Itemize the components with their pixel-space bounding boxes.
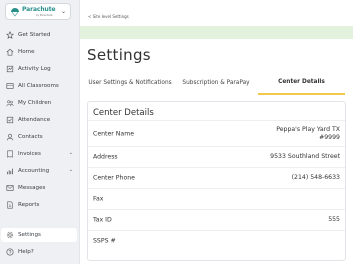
home-icon	[5, 48, 14, 57]
sidebar-item-attendance[interactable]: Attendance	[1, 113, 77, 127]
sidebar-item-invoices[interactable]: Invoices ⌄	[1, 147, 77, 161]
help-icon	[5, 248, 14, 257]
sidebar-item-my-children[interactable]: My Children	[1, 96, 77, 110]
sidebar-item-label: Invoices	[18, 151, 41, 157]
star-icon	[5, 31, 14, 40]
sidebar: Parachute by Parachute ⌄ Get Started Hom…	[0, 0, 80, 264]
reports-icon	[5, 201, 14, 210]
center-details-card: Center Details Center Name Peppa's Play …	[87, 101, 346, 261]
sidebar-item-label: My Children	[18, 100, 52, 106]
invoices-icon	[5, 150, 14, 159]
gear-icon	[5, 231, 14, 240]
contacts-icon	[5, 133, 14, 142]
attendance-icon	[5, 116, 14, 125]
tab-user-settings[interactable]: User Settings & Notifications	[86, 72, 174, 95]
sidebar-item-accounting[interactable]: Accounting ⌄	[1, 164, 77, 178]
chevron-down-icon: ⌄	[68, 150, 73, 156]
sidebar-item-label: Contacts	[18, 134, 43, 140]
fax-row[interactable]: Fax	[88, 188, 345, 209]
center-name-row[interactable]: Center Name Peppa's Play Yard TX #9999	[88, 120, 345, 146]
row-label: Address	[93, 153, 118, 161]
row-label: Center Name	[93, 130, 135, 137]
tab-center-details[interactable]: Center Details	[258, 72, 345, 95]
sidebar-item-label: Settings	[18, 232, 41, 238]
main-content: < Site level Settings Settings User Sett…	[80, 0, 353, 264]
tab-subscription[interactable]: Subscription & ParaPay	[174, 72, 258, 95]
row-value: Peppa's Play Yard TX #9999	[276, 125, 340, 141]
notice-banner	[80, 26, 353, 39]
accounting-icon	[5, 167, 14, 176]
address-row[interactable]: Address 9533 Southland Street	[88, 146, 345, 167]
card-title: Center Details	[93, 108, 154, 118]
page-title: Settings	[87, 46, 151, 64]
logo-subtext: by Parachute	[36, 14, 53, 17]
breadcrumb[interactable]: < Site level Settings	[88, 14, 129, 19]
parachute-logo-icon	[11, 8, 19, 17]
sidebar-item-label: Reports	[18, 202, 40, 208]
ssps-row[interactable]: SSPS #	[88, 230, 345, 251]
logo-text: Parachute	[22, 6, 56, 13]
row-label: Center Phone	[93, 174, 135, 182]
sidebar-item-settings[interactable]: Settings	[1, 228, 77, 242]
center-switcher[interactable]: Parachute by Parachute ⌄	[5, 3, 71, 20]
sidebar-item-all-classrooms[interactable]: All Classrooms	[1, 79, 77, 93]
sidebar-item-label: Attendance	[18, 117, 51, 123]
children-icon	[5, 99, 14, 108]
sidebar-item-contacts[interactable]: Contacts	[1, 130, 77, 144]
row-label: SSPS #	[93, 237, 116, 245]
sidebar-item-label: Messages	[18, 185, 46, 191]
sidebar-item-get-started[interactable]: Get Started	[1, 28, 77, 42]
sidebar-item-activity-log[interactable]: Activity Log	[1, 62, 77, 76]
sidebar-item-home[interactable]: Home	[1, 45, 77, 59]
sidebar-item-label: Help?	[18, 249, 34, 255]
sidebar-item-label: Home	[18, 49, 35, 55]
center-phone-row[interactable]: Center Phone (214) 548-6633	[88, 167, 345, 188]
row-label: Tax ID	[93, 216, 112, 224]
messages-icon	[5, 184, 14, 193]
sidebar-item-reports[interactable]: Reports	[1, 198, 77, 212]
sidebar-item-label: Activity Log	[18, 66, 51, 72]
chevron-down-icon: ⌄	[60, 8, 66, 15]
row-value: (214) 548-6633	[291, 173, 340, 181]
tax-id-row[interactable]: Tax ID 555	[88, 209, 345, 230]
sidebar-item-messages[interactable]: Messages	[1, 181, 77, 195]
row-value: 555	[328, 215, 340, 223]
sidebar-item-help[interactable]: Help?	[1, 245, 77, 259]
classrooms-icon	[5, 82, 14, 91]
row-value: 9533 Southland Street	[270, 152, 340, 160]
sidebar-item-label: Get Started	[18, 32, 51, 38]
sidebar-item-label: Accounting	[18, 168, 50, 174]
activity-log-icon	[5, 65, 14, 74]
sidebar-item-label: All Classrooms	[18, 83, 59, 89]
chevron-down-icon: ⌄	[68, 167, 73, 173]
settings-tabs: User Settings & Notifications Subscripti…	[80, 72, 353, 97]
row-label: Fax	[93, 195, 104, 203]
